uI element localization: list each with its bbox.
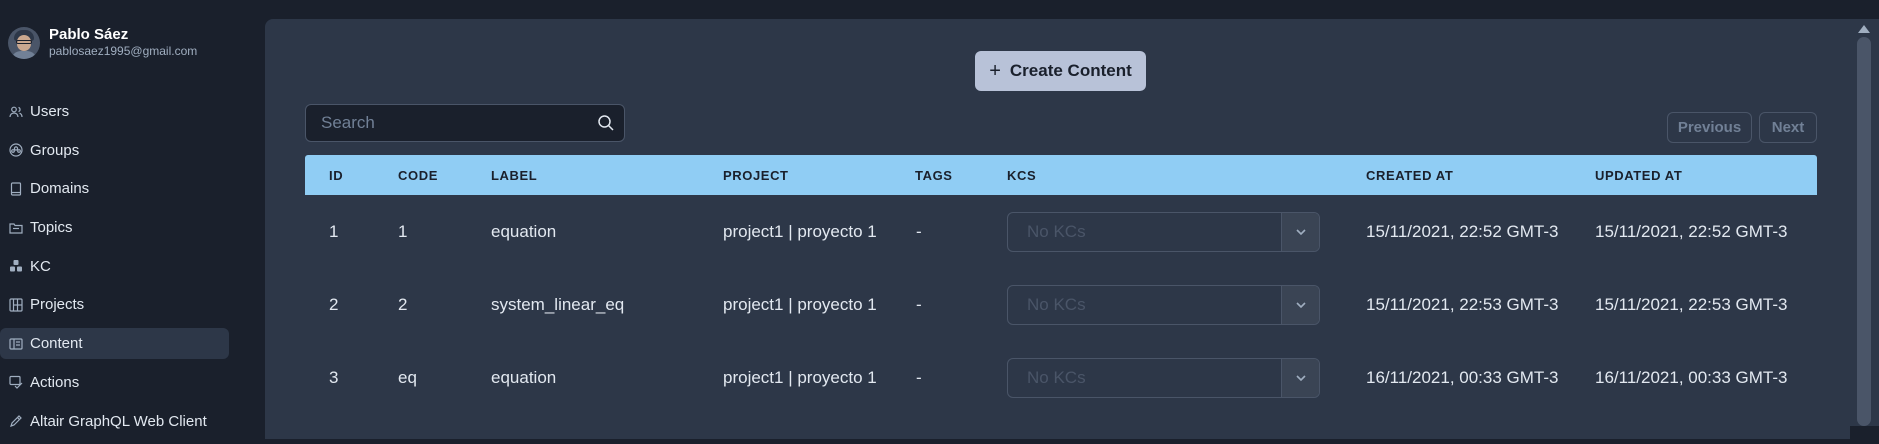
main-panel: + Create Content Previous Next ID CODE L…: [265, 19, 1850, 439]
scroll-up-icon[interactable]: [1858, 25, 1870, 33]
sidebar-item-label: Actions: [30, 373, 80, 391]
kcs-placeholder: No KCs: [1027, 295, 1086, 314]
content-icon: [9, 337, 23, 351]
sidebar: Pablo Sáez pablosaez1995@gmail.com Users…: [0, 0, 265, 430]
cell-tags: -: [916, 367, 922, 387]
cell-code: eq: [398, 367, 417, 387]
column-header-created-at: CREATED AT: [1366, 167, 1454, 183]
user-name: Pablo Sáez: [49, 26, 129, 43]
sidebar-item-label: Groups: [30, 141, 80, 159]
user-profile: Pablo Sáez pablosaez1995@gmail.com: [8, 26, 197, 59]
chevron-down-icon[interactable]: [1282, 286, 1319, 324]
column-header-updated-at: UPDATED AT: [1595, 167, 1683, 183]
column-header-id: ID: [329, 167, 344, 183]
sidebar-item-label: Users: [30, 103, 70, 120]
cell-created-at: 15/11/2021, 22:53 GMT-3: [1366, 294, 1559, 314]
search-box: [305, 104, 625, 142]
create-content-button[interactable]: + Create Content: [975, 51, 1146, 91]
create-content-label: Create Content: [1009, 61, 1132, 80]
kcs-placeholder: No KCs: [1027, 368, 1086, 387]
sidebar-item-content[interactable]: Content: [0, 328, 229, 360]
column-header-code: CODE: [398, 167, 438, 183]
cell-label: equation: [491, 367, 557, 387]
next-button[interactable]: Next: [1759, 112, 1817, 143]
projects-icon: [9, 298, 23, 312]
cell-label: system_linear_eq: [491, 294, 625, 314]
column-header-label: LABEL: [491, 167, 538, 183]
cell-created-at: 15/11/2021, 22:52 GMT-3: [1366, 221, 1559, 241]
cell-label: equation: [491, 221, 557, 241]
scrollbar-thumb[interactable]: [1857, 37, 1871, 426]
cell-project: project1 | proyecto 1: [723, 221, 877, 241]
cell-code: 2: [398, 294, 408, 314]
table-row: 1 1 equation project1 | proyecto 1 - No …: [305, 195, 1817, 268]
user-email: pablosaez1995@gmail.com: [49, 44, 198, 58]
domains-icon: [9, 182, 23, 196]
cell-created-at: 16/11/2021, 00:33 GMT-3: [1366, 367, 1559, 387]
sidebar-item-actions[interactable]: Actions: [0, 367, 229, 398]
sidebar-nav: Users Groups Domains Topics KC Projects …: [0, 96, 229, 444]
groups-icon: [9, 143, 23, 157]
table-row: 3 eq equation project1 | proyecto 1 - No…: [305, 341, 1817, 414]
cell-id: 1: [329, 221, 339, 241]
kcs-placeholder: No KCs: [1027, 222, 1086, 241]
vertical-scrollbar[interactable]: [1850, 19, 1879, 426]
cell-tags: -: [916, 221, 922, 241]
chevron-down-icon[interactable]: [1282, 359, 1319, 397]
topics-icon: [9, 221, 23, 235]
kcs-select[interactable]: No KCs: [1007, 358, 1320, 398]
sidebar-item-altair[interactable]: Altair GraphQL Web Client: [0, 406, 229, 437]
sidebar-item-domains[interactable]: Domains: [0, 173, 229, 204]
sidebar-item-label: Domains: [30, 180, 90, 198]
cell-project: project1 | proyecto 1: [723, 367, 877, 387]
cell-updated-at: 15/11/2021, 22:52 GMT-3: [1595, 221, 1788, 241]
search-icon[interactable]: [597, 114, 615, 132]
users-icon: [9, 105, 23, 119]
sidebar-item-groups[interactable]: Groups: [0, 135, 229, 166]
kc-icon: [9, 259, 23, 273]
table-header: ID CODE LABEL PROJECT TAGS KCS CREATED A…: [305, 155, 1817, 195]
table-row: 2 2 system_linear_eq project1 | proyecto…: [305, 268, 1817, 341]
column-header-kcs: KCS: [1007, 167, 1037, 183]
sidebar-item-users[interactable]: Users: [0, 96, 229, 127]
column-header-tags: TAGS: [915, 167, 953, 183]
search-input[interactable]: [321, 105, 591, 141]
kcs-select[interactable]: No KCs: [1007, 212, 1320, 252]
actions-icon: [9, 375, 23, 390]
plus-icon: +: [989, 60, 1001, 82]
chevron-down-icon[interactable]: [1282, 213, 1319, 251]
sidebar-item-topics[interactable]: Topics: [0, 212, 229, 243]
sidebar-item-label: Projects: [30, 296, 85, 314]
previous-button[interactable]: Previous: [1667, 112, 1752, 143]
sidebar-item-label: Content: [30, 335, 83, 353]
cell-project: project1 | proyecto 1: [723, 294, 877, 314]
avatar: [8, 26, 40, 59]
sidebar-item-label: KC: [30, 257, 51, 275]
cell-code: 1: [398, 221, 408, 241]
sidebar-item-projects[interactable]: Projects: [0, 289, 229, 320]
sidebar-item-label: Topics: [30, 219, 73, 237]
column-header-project: PROJECT: [723, 167, 789, 183]
sidebar-item-kc[interactable]: KC: [0, 251, 229, 282]
cell-id: 2: [329, 294, 339, 314]
cell-updated-at: 16/11/2021, 00:33 GMT-3: [1595, 367, 1788, 387]
kcs-select[interactable]: No KCs: [1007, 285, 1320, 325]
cell-tags: -: [916, 294, 922, 314]
cell-updated-at: 15/11/2021, 22:53 GMT-3: [1595, 294, 1788, 314]
sidebar-item-label: Altair GraphQL Web Client: [30, 412, 207, 430]
cell-id: 3: [329, 367, 339, 387]
